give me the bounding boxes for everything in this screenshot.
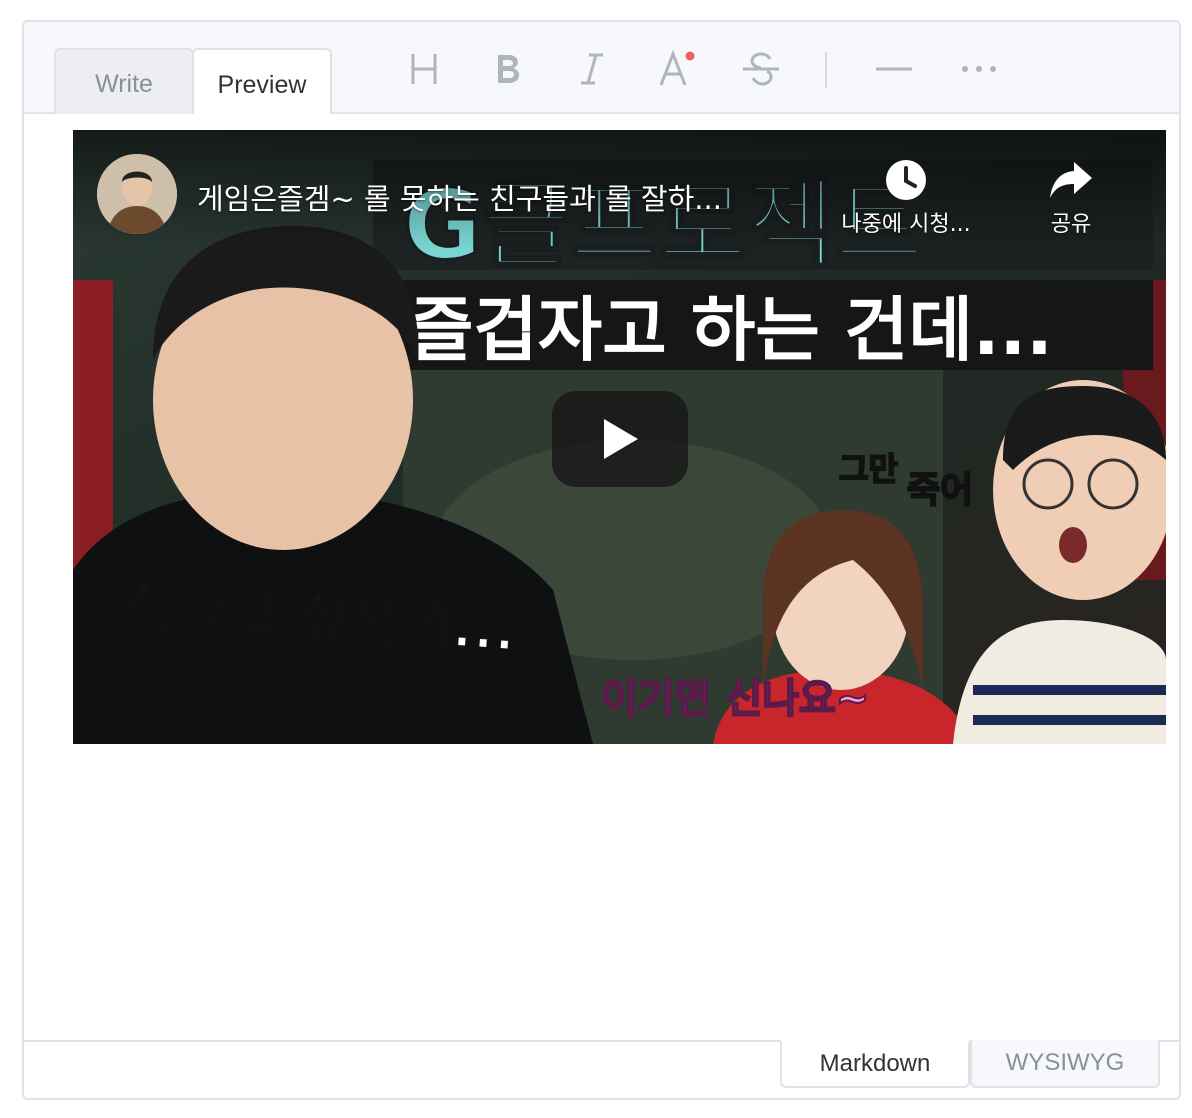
watch-later-label: 나중에 시청... [841,212,971,237]
bold-button[interactable] [483,44,533,94]
text-color-icon [659,50,695,86]
markdown-editor: Write Preview 즐겁자고 하는 건데... 신나고 싶은데... 이… [22,20,1181,1100]
play-icon [604,419,638,459]
tab-preview[interactable]: Preview [192,48,332,116]
preview-area: G클프로젝트 즐겁자고 하는 건데... 신나고 싶은데... 이기면 신나요~ [24,114,1179,1044]
editor-header: Write Preview [24,22,1179,116]
editor-footer: Markdown WYSIWYG [24,1040,1179,1098]
thumbnail-right-caption-a: 그만 [839,450,898,488]
more-button[interactable] [954,44,1004,94]
horizontal-rule-button[interactable] [869,44,919,94]
strikethrough-icon [743,52,779,86]
clock-icon [886,160,926,200]
channel-avatar[interactable] [97,154,177,234]
play-button[interactable] [552,391,688,487]
italic-button[interactable] [567,44,617,94]
thumbnail-headline: 즐겁자고 하는 건데... [409,289,1053,371]
italic-icon [581,53,603,85]
tab-write[interactable]: Write [54,48,194,114]
watch-later-button[interactable]: 나중에 시청... [821,158,991,238]
horizontal-rule-icon [876,67,912,71]
thumbnail-bottom-caption: 이기면 신나요~ [601,676,869,722]
heading-icon [411,54,437,84]
share-label: 공유 [1050,212,1092,237]
bold-icon [498,55,519,83]
toolbar-divider [825,52,827,88]
avatar-image [97,154,177,234]
mode-markdown[interactable]: Markdown [780,1040,970,1088]
share-button[interactable]: 공유 [1031,158,1111,238]
text-color-button[interactable] [652,44,702,94]
mode-wysiwyg[interactable]: WYSIWYG [970,1040,1160,1088]
strikethrough-button[interactable] [736,44,786,94]
embedded-video[interactable]: G클프로젝트 즐겁자고 하는 건데... 신나고 싶은데... 이기면 신나요~ [73,130,1166,744]
share-icon [1050,162,1092,198]
thumbnail-right-caption-b: 죽어 [907,470,973,511]
more-icon [962,66,996,72]
video-title[interactable]: 게임은즐겜~ 롤 못하는 친구들과 롤 잘하... [197,176,807,218]
heading-button[interactable] [399,44,449,94]
